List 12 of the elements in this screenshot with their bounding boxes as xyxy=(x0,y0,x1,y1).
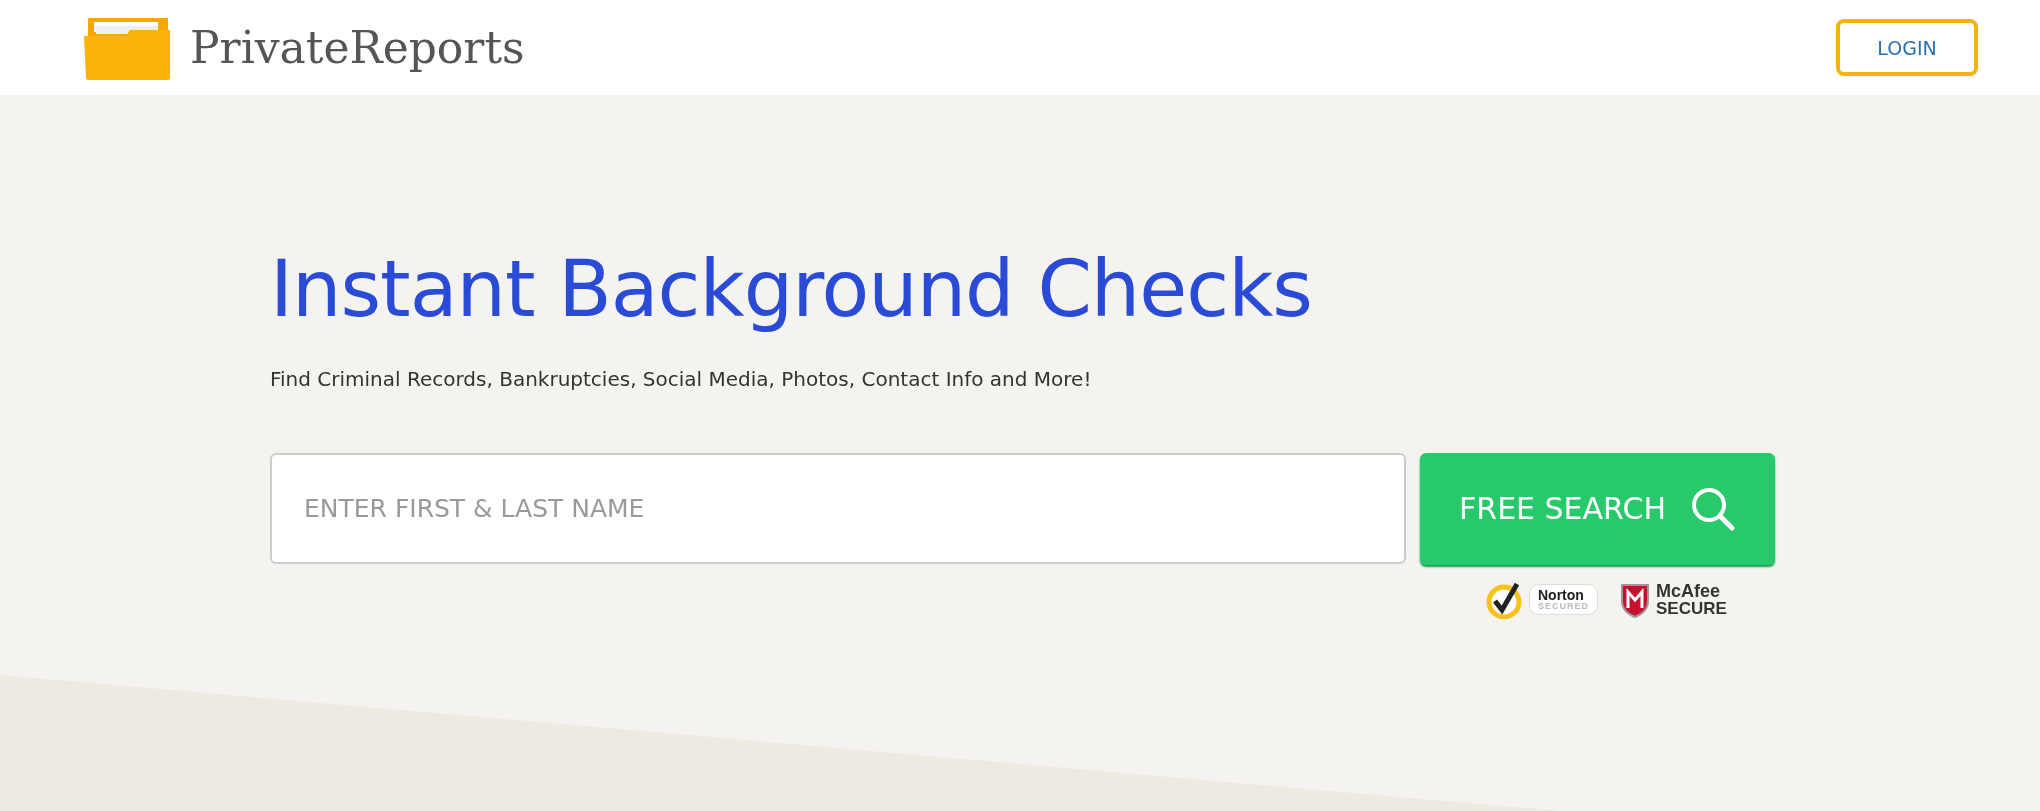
badge-caption: SECURE xyxy=(1656,600,1727,618)
badge-caption: SECURED xyxy=(1538,602,1589,612)
badge-name: McAfee xyxy=(1656,582,1722,601)
brand-name: PrivateReports xyxy=(190,22,525,73)
hero-title: Instant Background Checks xyxy=(270,243,1312,336)
checkmark-seal-icon xyxy=(1485,580,1523,619)
badge-name: Norton xyxy=(1538,588,1584,603)
login-button[interactable]: LOGIN xyxy=(1836,19,1978,76)
shield-icon xyxy=(1620,581,1650,618)
hero-subtitle: Find Criminal Records, Bankruptcies, Social Media, Photos, Contact Info and More! xyxy=(270,366,1092,391)
name-search-field[interactable]: ENTER FIRST & LAST NAME xyxy=(270,452,1406,564)
search-icon xyxy=(1689,485,1736,532)
